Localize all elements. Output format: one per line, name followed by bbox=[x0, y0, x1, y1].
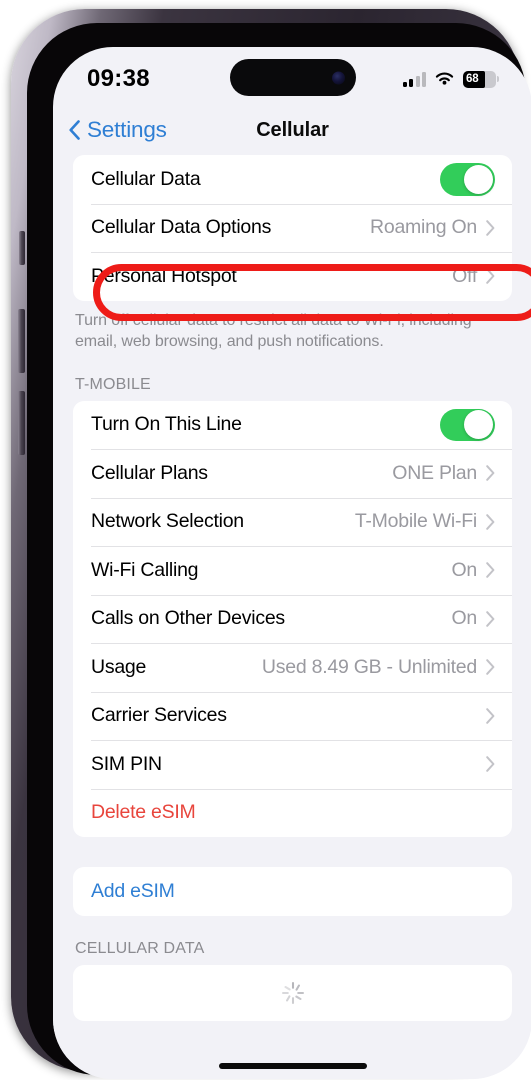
loading-row bbox=[73, 965, 512, 1021]
chevron-right-icon bbox=[486, 513, 495, 530]
status-indicators: 68 bbox=[402, 65, 499, 88]
row-label: SIM PIN bbox=[91, 752, 162, 775]
row-cellular-data-options[interactable]: Cellular Data Options Roaming On bbox=[73, 203, 512, 253]
row-accessory: On bbox=[451, 559, 495, 582]
chevron-right-icon bbox=[486, 219, 495, 236]
row-label: Usage bbox=[91, 655, 147, 678]
status-time: 09:38 bbox=[87, 65, 150, 92]
row-value: T-Mobile Wi-Fi bbox=[354, 510, 477, 533]
row-carrier-services[interactable]: Carrier Services bbox=[73, 691, 512, 741]
volume-up-button[interactable] bbox=[18, 309, 25, 373]
page-title: Cellular bbox=[256, 118, 329, 141]
cellular-data-toggle[interactable] bbox=[440, 163, 495, 196]
chevron-right-icon bbox=[486, 610, 495, 627]
phone-bezel: 09:38 68 Settings Cellular Cellular Data… bbox=[27, 23, 531, 1079]
turn-on-this-line-toggle[interactable] bbox=[440, 408, 495, 441]
row-label: Network Selection bbox=[91, 510, 244, 533]
row-sim-pin[interactable]: SIM PIN bbox=[73, 740, 512, 789]
cellular-data-footer: Turn off cellular data to restrict all d… bbox=[75, 311, 472, 350]
row-accessory: Roaming On bbox=[370, 216, 495, 239]
chevron-right-icon bbox=[486, 465, 495, 482]
row-value: Off bbox=[452, 264, 477, 287]
row-value: Roaming On bbox=[370, 216, 477, 239]
row-delete-esim[interactable]: Delete eSIM bbox=[73, 788, 512, 838]
row-label: Personal Hotspot bbox=[91, 264, 237, 287]
row-label: Delete eSIM bbox=[91, 801, 196, 824]
cellular-bars-icon bbox=[402, 71, 426, 87]
dynamic-island bbox=[229, 59, 356, 96]
chevron-right-icon bbox=[486, 268, 495, 285]
row-label: Carrier Services bbox=[91, 704, 227, 727]
row-network-selection[interactable]: Network Selection T-Mobile Wi-Fi bbox=[73, 497, 512, 547]
wifi-icon bbox=[435, 72, 454, 85]
row-value: Used 8.49 GB - Unlimited bbox=[261, 655, 477, 678]
cellular-data-group: Cellular Data Cellular Data Options Roam… bbox=[73, 155, 512, 301]
add-esim-group: Add eSIM bbox=[73, 867, 512, 916]
row-accessory bbox=[486, 707, 495, 724]
activity-spinner-icon bbox=[281, 981, 304, 1004]
row-accessory bbox=[486, 756, 495, 773]
settings-scroll-view[interactable]: Cellular Data Cellular Data Options Roam… bbox=[53, 155, 531, 1079]
tmobile-group-header: T-MOBILE bbox=[75, 375, 151, 393]
chevron-right-icon bbox=[486, 562, 495, 579]
row-value: On bbox=[451, 607, 477, 630]
chevron-right-icon bbox=[486, 659, 495, 676]
row-accessory: Off bbox=[452, 265, 495, 288]
row-label: Wi-Fi Calling bbox=[91, 558, 199, 581]
chevron-right-icon bbox=[486, 707, 495, 724]
row-label: Cellular Data bbox=[91, 167, 201, 190]
row-add-esim[interactable]: Add eSIM bbox=[73, 867, 512, 916]
row-label: Calls on Other Devices bbox=[91, 607, 285, 630]
row-cellular-plans[interactable]: Cellular Plans ONE Plan bbox=[73, 449, 512, 498]
row-accessory bbox=[440, 163, 495, 196]
row-value: ONE Plan bbox=[392, 461, 477, 484]
cellular-data-apps-header: CELLULAR DATA bbox=[75, 939, 205, 957]
row-value: On bbox=[451, 558, 477, 581]
row-accessory: ONE Plan bbox=[392, 462, 495, 485]
row-label: Add eSIM bbox=[91, 879, 175, 902]
front-camera-icon bbox=[331, 71, 345, 84]
navigation-bar: Settings Cellular bbox=[53, 105, 531, 155]
row-wifi-calling[interactable]: Wi-Fi Calling On bbox=[73, 546, 512, 595]
home-indicator[interactable] bbox=[218, 1063, 367, 1069]
row-label: Cellular Data Options bbox=[91, 216, 272, 239]
row-label: Cellular Plans bbox=[91, 461, 208, 484]
row-label: Turn On This Line bbox=[91, 413, 242, 436]
row-accessory: T-Mobile Wi-Fi bbox=[355, 510, 495, 533]
row-cellular-data[interactable]: Cellular Data bbox=[73, 155, 512, 204]
silent-switch-button[interactable] bbox=[19, 231, 25, 265]
row-accessory: On bbox=[451, 607, 495, 630]
battery-level: 68 bbox=[466, 73, 479, 85]
row-calls-on-other-devices[interactable]: Calls on Other Devices On bbox=[73, 594, 512, 644]
row-accessory: Used 8.49 GB - Unlimited bbox=[262, 656, 495, 679]
phone-frame: 09:38 68 Settings Cellular Cellular Data… bbox=[11, 9, 531, 1079]
volume-down-button[interactable] bbox=[18, 391, 25, 455]
battery-icon: 68 bbox=[463, 70, 499, 88]
row-personal-hotspot[interactable]: Personal Hotspot Off bbox=[73, 252, 512, 301]
row-usage[interactable]: Usage Used 8.49 GB - Unlimited bbox=[73, 643, 512, 692]
phone-screen: 09:38 68 Settings Cellular Cellular Data… bbox=[53, 47, 531, 1079]
row-accessory bbox=[440, 408, 495, 441]
cellular-data-apps-group bbox=[73, 964, 512, 1021]
row-turn-on-this-line[interactable]: Turn On This Line bbox=[73, 401, 512, 450]
tmobile-group: Turn On This Line Cellular Plans ONE Pla… bbox=[73, 400, 512, 838]
chevron-right-icon bbox=[486, 756, 495, 773]
